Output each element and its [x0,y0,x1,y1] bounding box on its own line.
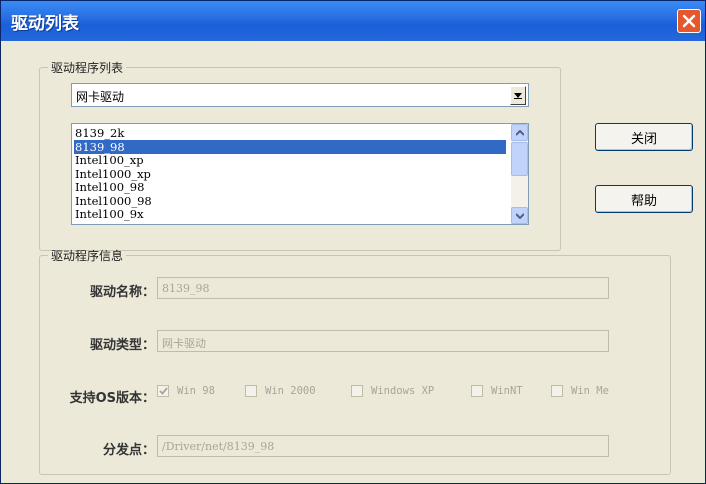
driver-list-item[interactable]: Intel100_9x [74,207,506,221]
driver-listbox[interactable]: 8139_2k 8139_98 Intel100_xp Intel1000_xp Int… [71,123,529,225]
checkbox-box[interactable] [471,385,483,397]
os-version-label: 支持OS版本： [69,391,155,406]
scroll-up-button[interactable] [511,124,528,141]
os-checkbox[interactable]: Win 98 [157,385,215,397]
driver-name-label: 驱动名称： [89,285,155,300]
driver-category-value: 网卡驱动 [76,90,125,104]
title-bar[interactable]: 驱动列表 [1,1,705,41]
driver-list-item[interactable]: Intel100_98 [74,180,506,194]
driver-list-item[interactable]: Intel1000_xp [74,167,506,181]
driver-list-item[interactable]: 8139_2k [74,126,506,140]
checkbox-box[interactable] [245,385,257,397]
driver-list-dialog: 驱动列表 驱动程序列表 网卡驱动 8139_2k 8139_98 Intel100_… [0,0,706,484]
check-icon [158,387,168,395]
driver-type-field[interactable]: 网卡驱动 [157,330,609,352]
checkbox-box[interactable] [551,385,563,397]
distribution-point-label: 分发点： [102,443,155,458]
os-checkbox[interactable]: Windows XP [351,385,434,397]
distribution-point-field[interactable]: /Driver/net/8139_98 [157,435,609,457]
driver-type-label: 驱动类型： [89,338,155,353]
driver-info-legend: 驱动程序信息 [51,249,124,263]
os-checkbox-label: Windows XP [371,385,435,397]
scroll-thumb[interactable] [511,142,528,176]
checkbox-box[interactable] [351,385,363,397]
checkbox-box[interactable] [157,385,169,397]
listbox-scrollbar[interactable] [511,124,528,224]
os-checkbox-label: Win 98 [177,385,215,397]
os-checkbox-label: Win Me [571,385,609,397]
driver-list-item[interactable]: Intel1000_98 [74,194,506,208]
os-checkbox-label: WinNT [491,385,523,397]
driver-name-field[interactable]: 8139_98 [157,277,609,299]
driver-list-item[interactable]: Intel100_xp [74,153,506,167]
driver-category-select[interactable]: 网卡驱动 [71,83,529,107]
dropdown-button[interactable] [510,86,526,105]
scroll-down-icon [515,212,524,219]
chevron-down-icon [514,92,522,99]
window-title: 驱动列表 [11,14,79,34]
os-checkbox[interactable]: WinNT [471,385,523,397]
scroll-down-button[interactable] [511,207,528,224]
close-window-button[interactable] [677,9,701,33]
os-checkbox[interactable]: Win Me [551,385,609,397]
help-button[interactable]: 帮助 [595,185,693,213]
driver-list-item[interactable]: 8139_98 [74,139,506,154]
os-checkbox[interactable]: Win 2000 [245,385,316,397]
close-icon [682,14,696,28]
os-checkbox-label: Win 2000 [265,385,316,397]
dialog-body: 驱动程序列表 网卡驱动 8139_2k 8139_98 Intel100_xp Int… [5,41,701,481]
close-button[interactable]: 关闭 [595,123,693,151]
scroll-up-icon [515,129,524,136]
driver-list-legend: 驱动程序列表 [51,61,124,75]
